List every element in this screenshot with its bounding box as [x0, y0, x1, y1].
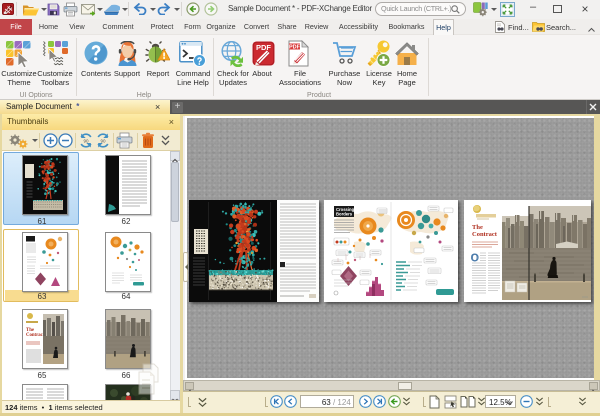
svg-text:90: 90	[83, 139, 89, 144]
svg-text:Borders: Borders	[336, 212, 353, 217]
svg-text:O: O	[471, 253, 479, 264]
svg-text:Contract: Contract	[472, 231, 498, 238]
svg-text:Contract: Contract	[26, 333, 45, 338]
svg-text:PDF: PDF	[289, 44, 301, 50]
svg-text:90: 90	[100, 139, 106, 144]
svg-text:The: The	[472, 224, 483, 231]
svg-text:PDF: PDF	[256, 43, 271, 52]
